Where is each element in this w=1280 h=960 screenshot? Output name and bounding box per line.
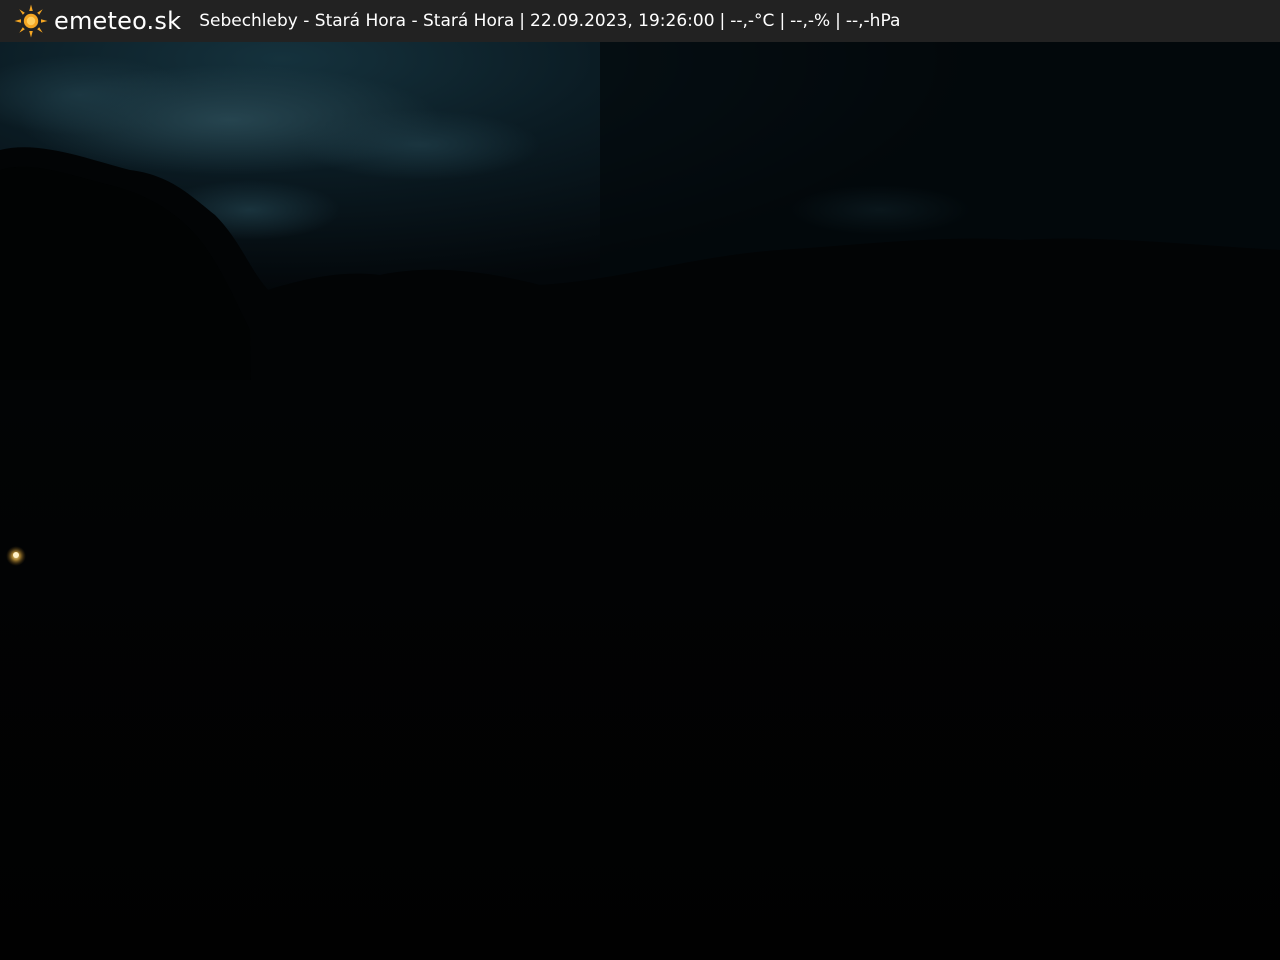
webcam-view: emeteo.sk Sebechleby - Stará Hora - Star… [0, 0, 1280, 960]
location-text: Sebechleby - Stará Hora - Stará Hora [199, 10, 515, 31]
humidity-value: --,-% [790, 10, 831, 31]
webcam-image [0, 0, 1280, 960]
caption-bar: emeteo.sk Sebechleby - Stará Hora - Star… [0, 0, 1280, 42]
temperature-value: --,-°C [730, 10, 775, 31]
separator: | [779, 10, 786, 31]
brand-logo[interactable]: emeteo.sk [14, 4, 181, 38]
separator: | [719, 10, 726, 31]
separator: | [835, 10, 841, 31]
pressure-value: --,-hPa [845, 10, 901, 31]
brand-name: emeteo.sk [54, 7, 182, 35]
webcam-caption: Sebechleby - Stará Hora - Stará Hora | 2… [199, 10, 901, 31]
datetime-text: 22.09.2023, 19:26:00 [530, 10, 715, 31]
separator: | [519, 10, 526, 31]
sun-icon [14, 4, 48, 38]
